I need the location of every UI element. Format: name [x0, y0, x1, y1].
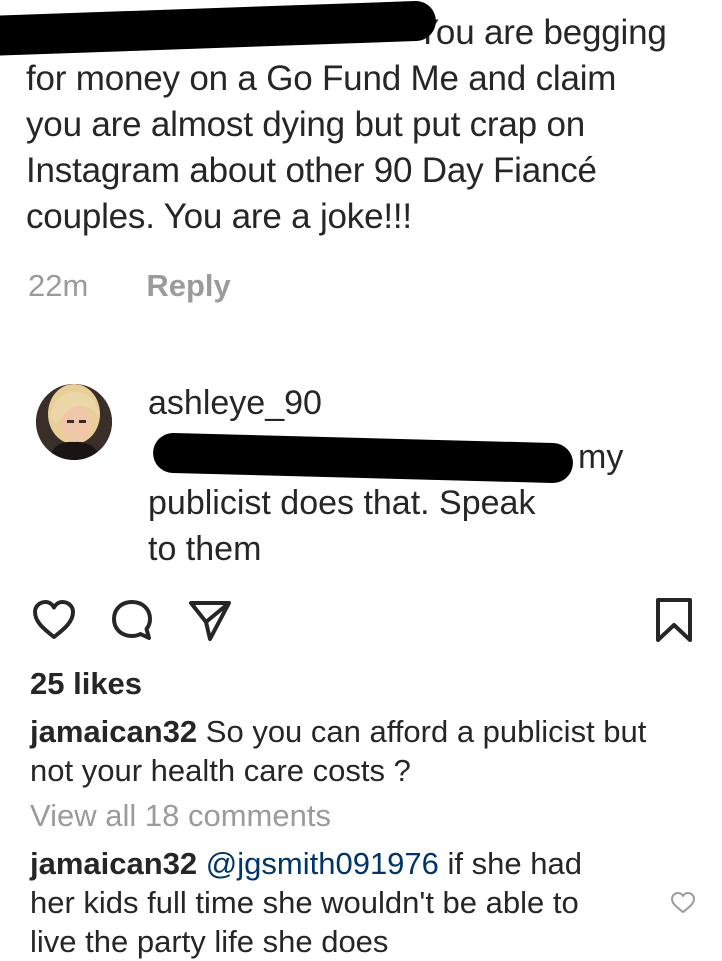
- top-comment-line: for money on a Go Fund Me and claim: [26, 59, 617, 98]
- top-comment-meta: 22m Reply: [28, 268, 231, 304]
- reply-username[interactable]: ashleye_90: [148, 384, 322, 423]
- post-action-bar: [30, 596, 694, 644]
- top-comment-line: you are almost dying but put crap on: [26, 105, 585, 144]
- reply-line: to them: [148, 530, 262, 568]
- comment-item: jamaican32 @jgsmith091976 if she had her…: [30, 844, 630, 961]
- reply-button[interactable]: Reply: [146, 268, 230, 304]
- avatar[interactable]: [36, 384, 112, 460]
- likes-count[interactable]: 25 likes: [30, 666, 142, 702]
- top-comment-line: Instagram about other 90 Day Fiancé: [26, 151, 597, 190]
- bookmark-icon[interactable]: [650, 596, 698, 644]
- reply-text: my publicist does that. Speak to them: [148, 432, 628, 572]
- view-all-comments-link[interactable]: View all 18 comments: [30, 798, 331, 834]
- top-comment-line: couples. You are a joke!!!: [26, 197, 412, 236]
- comment-bubble-icon[interactable]: [108, 596, 156, 644]
- comment-mention[interactable]: @jgsmith091976: [206, 846, 439, 881]
- top-comment: You are begging for money on a Go Fund M…: [0, 0, 716, 240]
- comment-username[interactable]: jamaican32: [30, 714, 197, 749]
- comment-item: jamaican32 So you can afford a publicist…: [30, 712, 670, 790]
- reply-line: publicist does that. Speak: [148, 484, 536, 522]
- comment-timestamp: 22m: [28, 268, 89, 303]
- heart-icon[interactable]: [30, 596, 78, 644]
- comment-username[interactable]: jamaican32: [30, 846, 197, 881]
- paper-plane-icon[interactable]: [186, 596, 234, 644]
- comment-heart-icon[interactable]: [670, 891, 696, 915]
